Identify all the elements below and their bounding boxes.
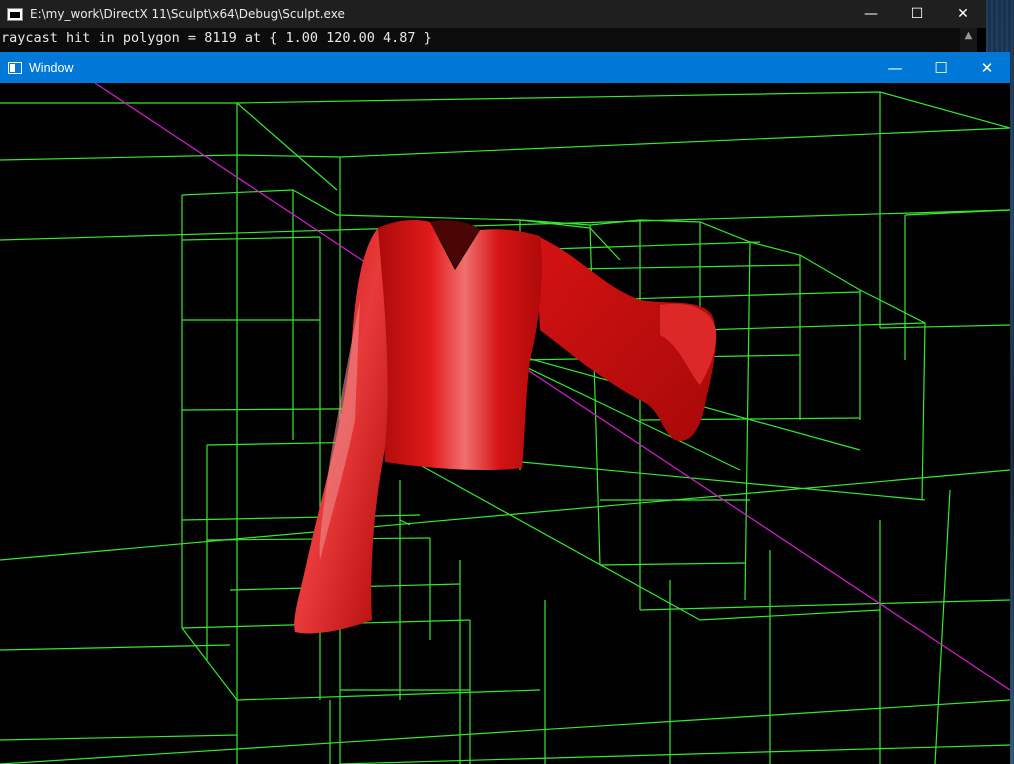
shirt-mesh xyxy=(294,220,717,634)
raycast-ray xyxy=(94,83,1010,691)
window-app-icon xyxy=(8,61,22,74)
scroll-up-arrow-icon[interactable]: ▲ xyxy=(960,28,977,44)
console-output-line: raycast hit in polygon = 8119 at { 1.00 … xyxy=(0,28,960,52)
console-scrollbar[interactable]: ▲ xyxy=(960,28,977,52)
close-icon[interactable]: ✕ xyxy=(964,52,1010,83)
minimize-icon[interactable]: — xyxy=(872,52,918,83)
console-window-controls: — ☐ ✕ xyxy=(848,0,986,28)
render-window-titlebar: Window — ☐ ✕ xyxy=(0,52,1010,83)
minimize-icon[interactable]: — xyxy=(848,0,894,28)
3d-viewport[interactable] xyxy=(0,83,1010,764)
close-icon[interactable]: ✕ xyxy=(940,0,986,28)
render-window-controls: — ☐ ✕ xyxy=(872,52,1010,83)
scene-canvas xyxy=(0,83,1010,764)
maximize-icon[interactable]: ☐ xyxy=(894,0,940,28)
render-window-title: Window xyxy=(29,60,74,75)
console-window-title: E:\my_work\DirectX 11\Sculpt\x64\Debug\S… xyxy=(30,7,345,21)
maximize-icon[interactable]: ☐ xyxy=(918,52,964,83)
console-app-icon xyxy=(7,7,23,21)
console-titlebar: E:\my_work\DirectX 11\Sculpt\x64\Debug\S… xyxy=(0,0,986,28)
